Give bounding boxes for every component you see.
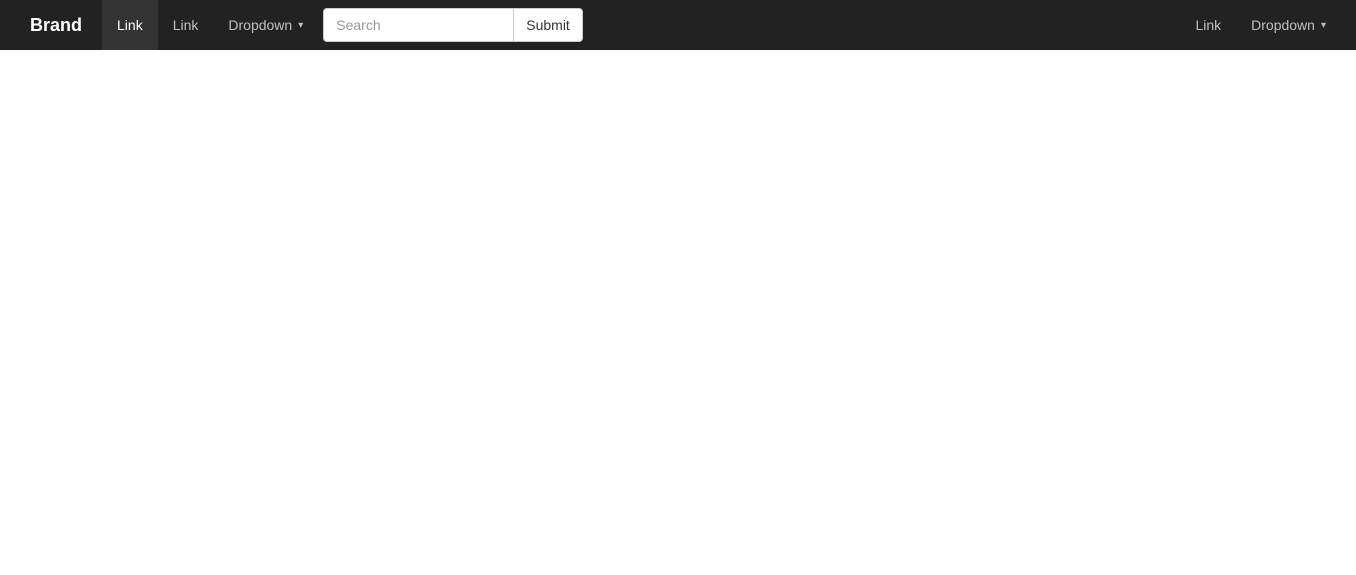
- chevron-down-icon-right: ▾: [1321, 20, 1326, 31]
- nav-dropdown-right-label: Dropdown: [1251, 17, 1315, 33]
- navbar: Brand Link Link Dropdown ▾ Submit Link D…: [0, 0, 1356, 50]
- search-form: Submit: [323, 8, 583, 42]
- nav-dropdown-left[interactable]: Dropdown ▾: [213, 0, 318, 50]
- nav-link-2[interactable]: Link: [158, 0, 214, 50]
- submit-button[interactable]: Submit: [513, 8, 583, 42]
- navbar-brand[interactable]: Brand: [15, 0, 97, 51]
- navbar-right: Link Dropdown ▾: [1180, 0, 1341, 50]
- nav-dropdown-left-label: Dropdown: [228, 17, 292, 33]
- nav-link-1-active[interactable]: Link: [102, 0, 158, 50]
- navbar-left: Brand Link Link Dropdown ▾ Submit: [15, 0, 1180, 51]
- chevron-down-icon: ▾: [298, 20, 303, 31]
- search-input[interactable]: [323, 8, 513, 42]
- nav-link-right-1[interactable]: Link: [1180, 0, 1236, 50]
- nav-dropdown-right[interactable]: Dropdown ▾: [1236, 0, 1341, 50]
- page-content: [0, 50, 1356, 575]
